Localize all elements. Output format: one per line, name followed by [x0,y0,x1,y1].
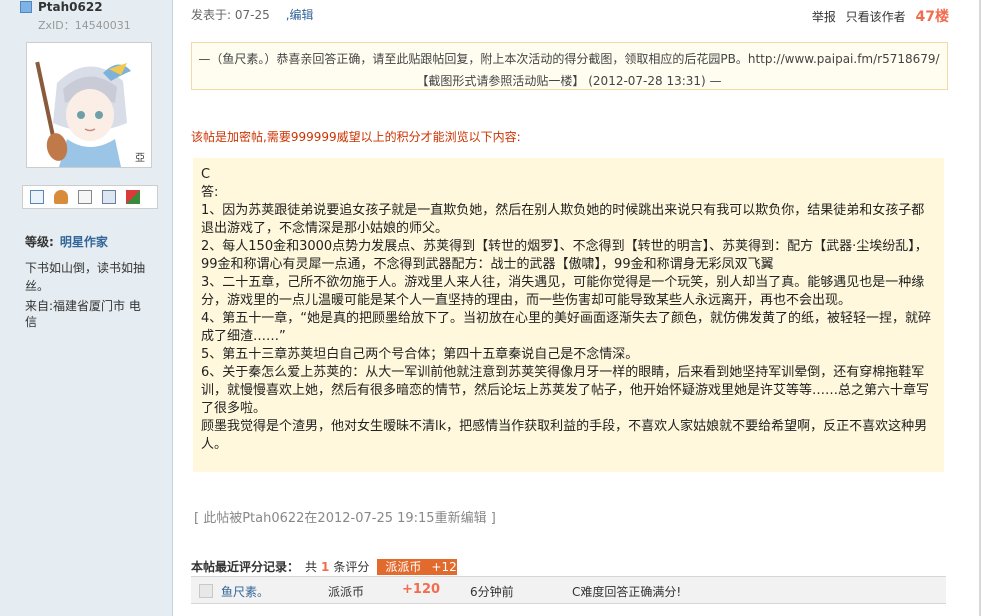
author-only-link[interactable]: 只看该作者 [846,10,906,24]
rating-amount: +120 [402,582,441,597]
profile-icon[interactable] [78,190,92,204]
rating-reason: C难度回答正确满分! [572,585,682,599]
user-signature: 下书如山倒，读书如抽丝。 [25,261,146,293]
post-actions: 举报 只看该作者 47楼 [806,6,949,26]
rank-value[interactable]: 明星作家 [60,235,108,249]
answer-choice: C [201,167,211,182]
answer-item: 5、第五十三章苏荚坦白自己两个号合体；第四十五章秦说自己是不念情深。 [201,347,639,362]
answer-item: 1、因为苏荚跟徒弟说要追女孩子就是一直欺负她，然后在别人欺负她的时候跳出来说只有… [201,203,925,236]
answer-item: 6、关于秦怎么爱上苏荚的：从大一军训前他就注意到苏荚笑得像月牙一样的眼睛，后来看… [201,365,930,416]
rating-row: 鱼尺素。 派派币 +120 6分钟前 C难度回答正确满分! [191,576,946,604]
rating-time: 6分钟前 [470,585,514,599]
badge-currency: 派派币 [385,560,422,574]
edit-link[interactable]: ,编辑 [286,8,314,22]
user-rank: 等级: 明星作家 [25,233,108,250]
reward-notice: —（鱼尺素。）恭喜亲回答正确，请至此贴跟帖回复，附上本次活动的得分截图，领取相应… [191,42,948,90]
rating-count-text: 共 1 条评分 [305,560,369,574]
post-content: C 答: 1、因为苏荚跟徒弟说要追女孩子就是一直欺负她，然后在别人欺负她的时候跳… [193,158,944,472]
user-sidebar: Ptah0622 ZxID：14540031 亞 等级: 明星作家 下书如山倒，读… [0,0,173,616]
rating-count: 1 [321,560,330,574]
rank-label: 等级: [25,235,54,249]
rating-header: 本帖最近评分记录： 共 1 条评分 派派币 +120 [191,558,464,575]
post-body: C 答: 1、因为苏荚跟徒弟说要追女孩子就是一直欺负她，然后在别人欺负她的时候跳… [201,166,936,454]
rating-count-suffix: 条评分 [333,560,370,574]
post-meta: 发表于: 07-25 ,编辑 [191,6,314,23]
rating-total-badge: 派派币 +120 [377,559,464,575]
card-icon[interactable] [102,190,116,204]
report-link[interactable]: 举报 [812,10,836,24]
user-id: ZxID：14540031 [38,19,131,32]
answer-item: 4、第五十一章，“她是真的把顾墨给放下了。当初放在心里的美好画面逐渐失去了颜色，… [201,311,932,344]
answer-label: 答: [201,185,219,200]
edit-history-note: [ 此帖被Ptah0622在2012-07-25 19:15重新编辑 ] [194,511,496,526]
rating-icon[interactable] [126,190,140,204]
rating-currency: 派派币 [328,585,365,599]
user-location: 来自:福建省厦门市 电信 [25,299,141,329]
avatar[interactable]: 亞 [26,42,152,168]
answer-item: 2、每人150金和3000点势力发展点、苏荚得到【转世的烟罗】、不念得到【转世的… [201,239,928,272]
answer-item: 顾墨我觉得是个渣男，他对女生暧昧不清lk，把感情当作获取利益的手段，不喜欢人家姑… [201,419,928,452]
user-action-bar [22,185,158,209]
locked-content-notice: 该帖是加密帖,需要999999威望以上的积分才能浏览以下内容: [191,130,521,144]
rater-name[interactable]: 鱼尺素。 [221,583,269,600]
message-icon[interactable] [30,190,44,204]
rater-avatar-icon[interactable] [199,584,213,598]
badge-amount: +120 [431,560,465,574]
avatar-caption: 亞 [135,153,145,164]
post-date: 发表于: 07-25 [191,8,270,22]
online-status-icon [20,1,32,13]
rating-count-prefix: 共 [305,560,318,574]
floor-number[interactable]: 47楼 [916,9,949,25]
answer-item: 3、二十五章，己所不欲勿施于人。游戏里人来人往，消失遇见，可能你觉得是一个玩笑，… [201,275,925,308]
reward-notice-text: —（鱼尺素。）恭喜亲回答正确，请至此贴跟帖回复，附上本次活动的得分截图，领取相应… [198,52,940,88]
avatar-illustration: 亞 [27,43,151,167]
username[interactable]: Ptah0622 [38,0,103,14]
add-friend-icon[interactable] [54,190,68,204]
rating-title: 本帖最近评分记录： [191,560,300,574]
